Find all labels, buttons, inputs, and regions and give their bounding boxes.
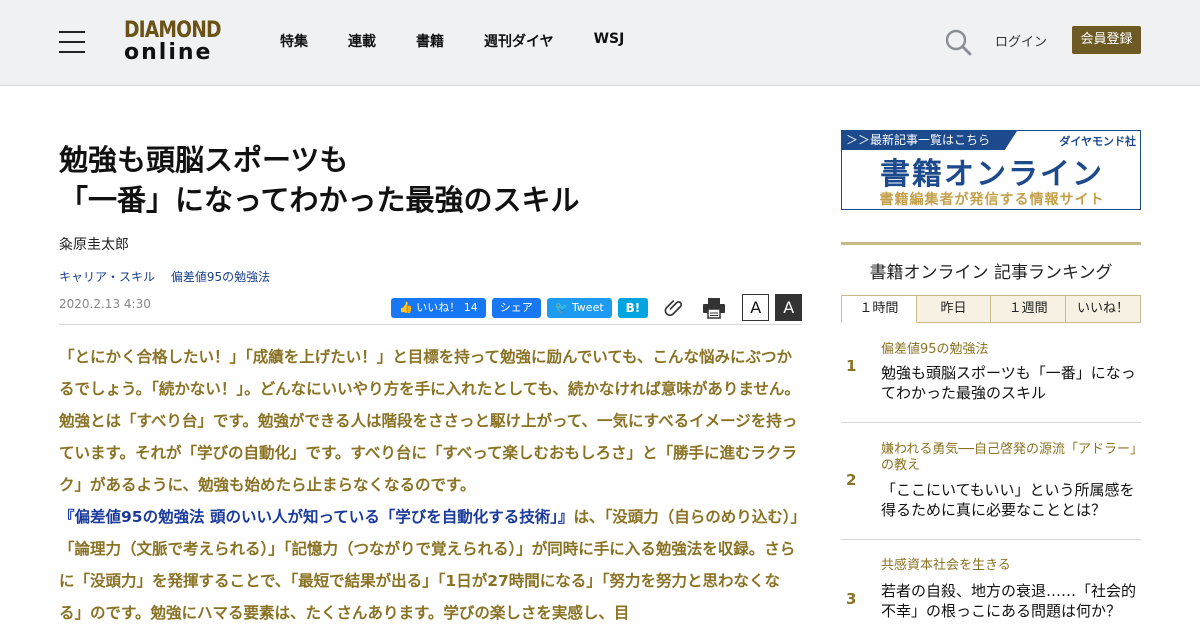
nav-shoseki[interactable]: 書籍 (416, 31, 444, 51)
rank-number: 3 (846, 590, 857, 608)
nav-wsj[interactable]: WSJ (594, 31, 625, 51)
tag-career[interactable]: キャリア・スキル (59, 270, 155, 284)
banner-title: 書籍オンライン (880, 157, 1104, 192)
ranking-item[interactable]: 1 偏差値95の勉強法 勉強も頭脳スポーツも「一番」になってわかった最強のスキル (841, 323, 1141, 423)
hatena-bookmark-button[interactable]: B! (617, 297, 649, 318)
article-main: 勉強も頭脳スポーツも 「一番」になってわかった最強のスキル 粂原圭太郎 キャリア… (59, 140, 803, 622)
article-title: 勉強も頭脳スポーツも 「一番」になってわかった最強のスキル (59, 140, 801, 220)
title-line-1: 勉強も頭脳スポーツも (59, 143, 349, 177)
article-body: 「とにかく合格したい！」「成績を上げたい！」と目標を持って勉強に励んでいても、こ… (59, 341, 801, 629)
rank-category: 偏差値95の勉強法 (881, 342, 989, 357)
paperclip-icon[interactable] (664, 297, 686, 319)
login-link[interactable]: ログイン (995, 31, 1047, 50)
rank-category: 嫌われる勇気──自己啓発の源流「アドラー」の教え (881, 442, 1137, 473)
body-paragraph-1: 「とにかく合格したい！」「成績を上げたい！」と目標を持って勉強に励んでいても、こ… (59, 348, 800, 494)
banner-latest-link: ＞＞最新記事一覧はこちら (842, 131, 1017, 150)
ranking-item[interactable]: 2 嫌われる勇気──自己啓発の源流「アドラー」の教え 「ここにいてもいい」という… (841, 423, 1141, 540)
tag-list: キャリア・スキル 偏差値95の勉強法 (59, 268, 801, 285)
ranking-tabs: １時間 昨日 １週間 いいね！ (841, 295, 1142, 323)
divider (59, 324, 801, 325)
facebook-share-button[interactable]: シェア (491, 297, 541, 318)
shoseki-online-banner[interactable]: ＞＞最新記事一覧はこちら ダイヤモンド社 書籍オンライン 書籍編集者が発信する情… (841, 130, 1141, 210)
like-count: いいね！ 14 (416, 300, 478, 314)
logo-text-top: DIAMOND (124, 18, 222, 43)
global-nav: 特集 連載 書籍 週刊ダイヤ WSJ (280, 31, 664, 51)
tag-series[interactable]: 偏差値95の勉強法 (171, 270, 270, 284)
print-icon[interactable] (702, 297, 726, 319)
publish-date: 2020.2.13 4:30 (59, 297, 151, 311)
rank-headline: 若者の自殺、地方の衰退……「社会的不幸」の根っこにある問題は何か？ (881, 582, 1137, 620)
tab-likes[interactable]: いいね！ (1066, 295, 1142, 323)
author-name[interactable]: 粂原圭太郎 (59, 234, 801, 254)
tab-1hour[interactable]: １時間 (841, 295, 917, 323)
site-logo[interactable]: DIAMOND online (124, 20, 228, 66)
rank-headline: 勉強も頭脳スポーツも「一番」になってわかった最強のスキル (881, 364, 1136, 402)
ranking-title: 書籍オンライン 記事ランキング (869, 263, 1113, 283)
register-button[interactable]: 会員登録 (1072, 26, 1141, 54)
body-paragraph-2: 『偏差値95の勉強法 頭のいい人が知っている「学びを自動化する技術」』は、「没頭… (59, 501, 801, 629)
banner-subtitle: 書籍編集者が発信する情報サイト (879, 192, 1105, 208)
share-bar: 👍 いいね！ 14 シェア 🐦 Tweet B! A A (391, 294, 808, 321)
facebook-like-button[interactable]: 👍 いいね！ 14 (391, 297, 486, 318)
title-line-2: 「一番」になってわかった最強のスキル (59, 183, 580, 217)
thumbs-up-icon: 👍 (399, 300, 413, 314)
rank-number: 2 (846, 471, 857, 489)
site-header: DIAMOND online 特集 連載 書籍 週刊ダイヤ WSJ ログイン 会… (0, 0, 1200, 86)
sidebar: ＞＞最新記事一覧はこちら ダイヤモンド社 書籍オンライン 書籍編集者が発信する情… (841, 130, 1142, 640)
tab-yesterday[interactable]: 昨日 (916, 295, 992, 323)
nav-tokushu[interactable]: 特集 (280, 31, 308, 51)
banner-publisher: ダイヤモンド社 (1059, 135, 1136, 148)
tweet-button[interactable]: 🐦 Tweet (546, 297, 612, 318)
rank-number: 1 (846, 357, 857, 375)
rank-headline: 「ここにいてもいい」という所属感を得るために真に必要なこととは？ (881, 481, 1135, 519)
book-title-link[interactable]: 『偏差値95の勉強法 頭のいい人が知っている「学びを自動化する技術」』 (59, 508, 573, 526)
ranking-section: 書籍オンライン 記事ランキング １時間 昨日 １週間 いいね！ 1 偏差値95の… (841, 242, 1142, 640)
rank-category: 共感資本社会を生きる (881, 558, 1011, 573)
article-meta: 2020.2.13 4:30 👍 いいね！ 14 シェア 🐦 Tweet B! … (59, 294, 803, 323)
tweet-label: Tweet (571, 300, 604, 314)
logo-text-bottom: online (124, 40, 213, 65)
font-size-large-button[interactable]: A (775, 294, 803, 321)
search-icon[interactable] (944, 28, 972, 56)
menu-icon[interactable] (59, 31, 85, 53)
font-size-small-button[interactable]: A (742, 294, 770, 321)
twitter-bird-icon: 🐦 (554, 300, 569, 314)
tab-1week[interactable]: １週間 (991, 295, 1067, 323)
nav-weekly[interactable]: 週刊ダイヤ (484, 31, 554, 51)
nav-rensai[interactable]: 連載 (348, 31, 376, 51)
ranking-item[interactable]: 3 共感資本社会を生きる 若者の自殺、地方の衰退……「社会的不幸」の根っこにある… (841, 540, 1141, 640)
